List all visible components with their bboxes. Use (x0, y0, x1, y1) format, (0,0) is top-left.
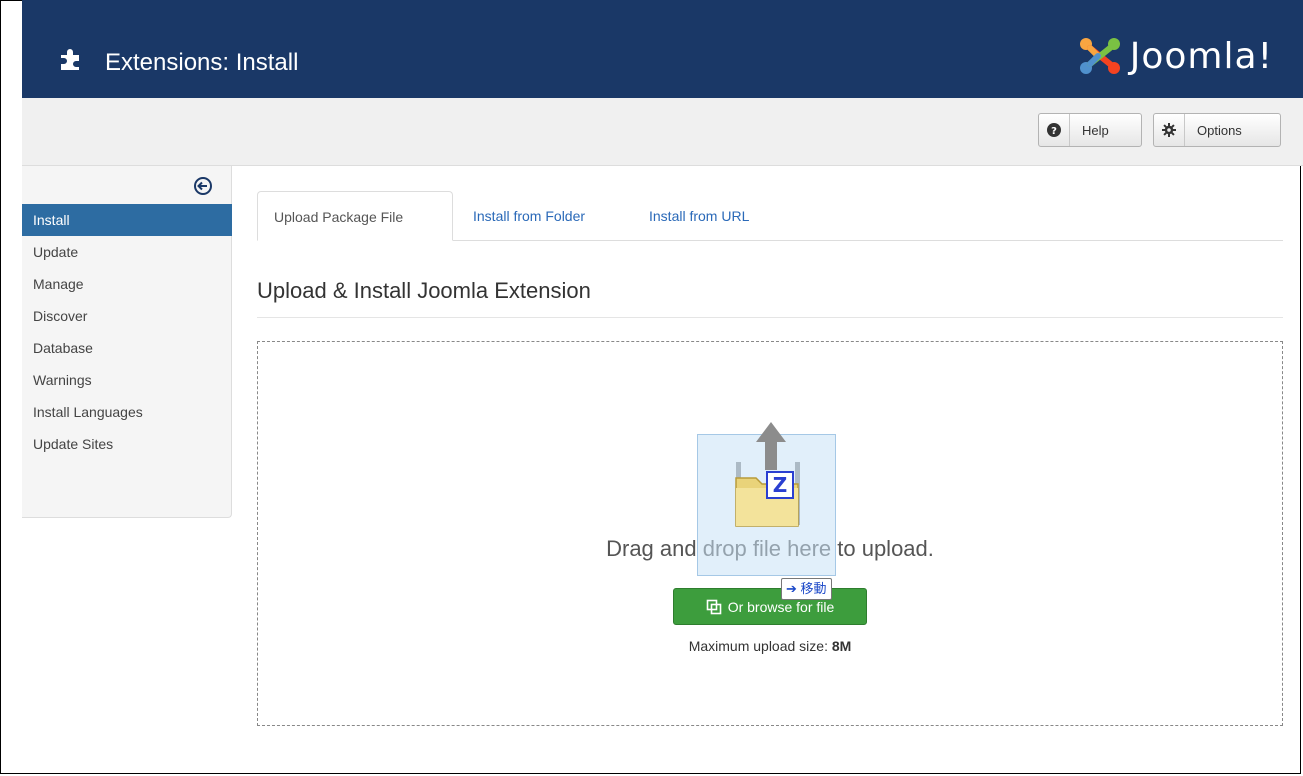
sidebar-item-install[interactable]: Install (22, 204, 232, 236)
collapse-sidebar-icon[interactable] (193, 176, 213, 196)
tab-install-from-folder[interactable]: Install from Folder (457, 191, 601, 240)
max-size-value: 8M (831, 638, 852, 654)
browse-label: Or browse for file (727, 598, 835, 615)
tab-install-from-url[interactable]: Install from URL (633, 191, 765, 240)
section-title: Upload & Install Joomla Extension (257, 278, 591, 303)
browse-file-button[interactable]: Or browse for file (673, 588, 867, 625)
puzzle-icon (61, 49, 79, 70)
sidebar-item-warnings[interactable]: Warnings (22, 364, 232, 396)
copy-icon (706, 599, 722, 614)
sidebar-item-database[interactable]: Database (22, 332, 232, 364)
sidebar-item-update[interactable]: Update (22, 236, 232, 268)
toolbar: ? Help Options (22, 98, 1303, 166)
help-button[interactable]: ? Help (1038, 113, 1142, 147)
gear-icon (1154, 114, 1185, 146)
title-divider (257, 317, 1283, 318)
help-label: Help (1082, 122, 1109, 138)
sidebar: Install Update Manage Discover Database … (22, 166, 232, 518)
max-upload-size: Maximum upload size: 8M (257, 638, 1283, 654)
joomla-logo[interactable]: Joomla! (1076, 35, 1273, 77)
sidebar-item-manage[interactable]: Manage (22, 268, 232, 300)
sidebar-item-install-languages[interactable]: Install Languages (22, 396, 232, 428)
sidebar-item-discover[interactable]: Discover (22, 300, 232, 332)
install-tabs: Upload Package File Install from Folder … (257, 191, 1283, 241)
zip-badge: Z (766, 471, 794, 499)
options-label: Options (1197, 122, 1242, 138)
arrow-up-icon (756, 422, 786, 470)
logo-text: Joomla! (1129, 35, 1273, 77)
page-header-title: Extensions: Install (105, 49, 299, 76)
move-tooltip: ➔ 移動 (781, 578, 832, 600)
max-size-label: Maximum upload size: (688, 638, 832, 654)
svg-text:?: ? (1051, 126, 1057, 137)
joomla-mark-icon (1079, 38, 1120, 74)
question-icon: ? (1039, 114, 1070, 146)
sidebar-item-update-sites[interactable]: Update Sites (22, 428, 232, 460)
options-button[interactable]: Options (1153, 113, 1281, 147)
sidebar-menu: Install Update Manage Discover Database … (22, 204, 232, 460)
header-bar: Extensions: Install Joomla! (22, 0, 1303, 98)
tab-upload-package-file[interactable]: Upload Package File (257, 191, 453, 241)
